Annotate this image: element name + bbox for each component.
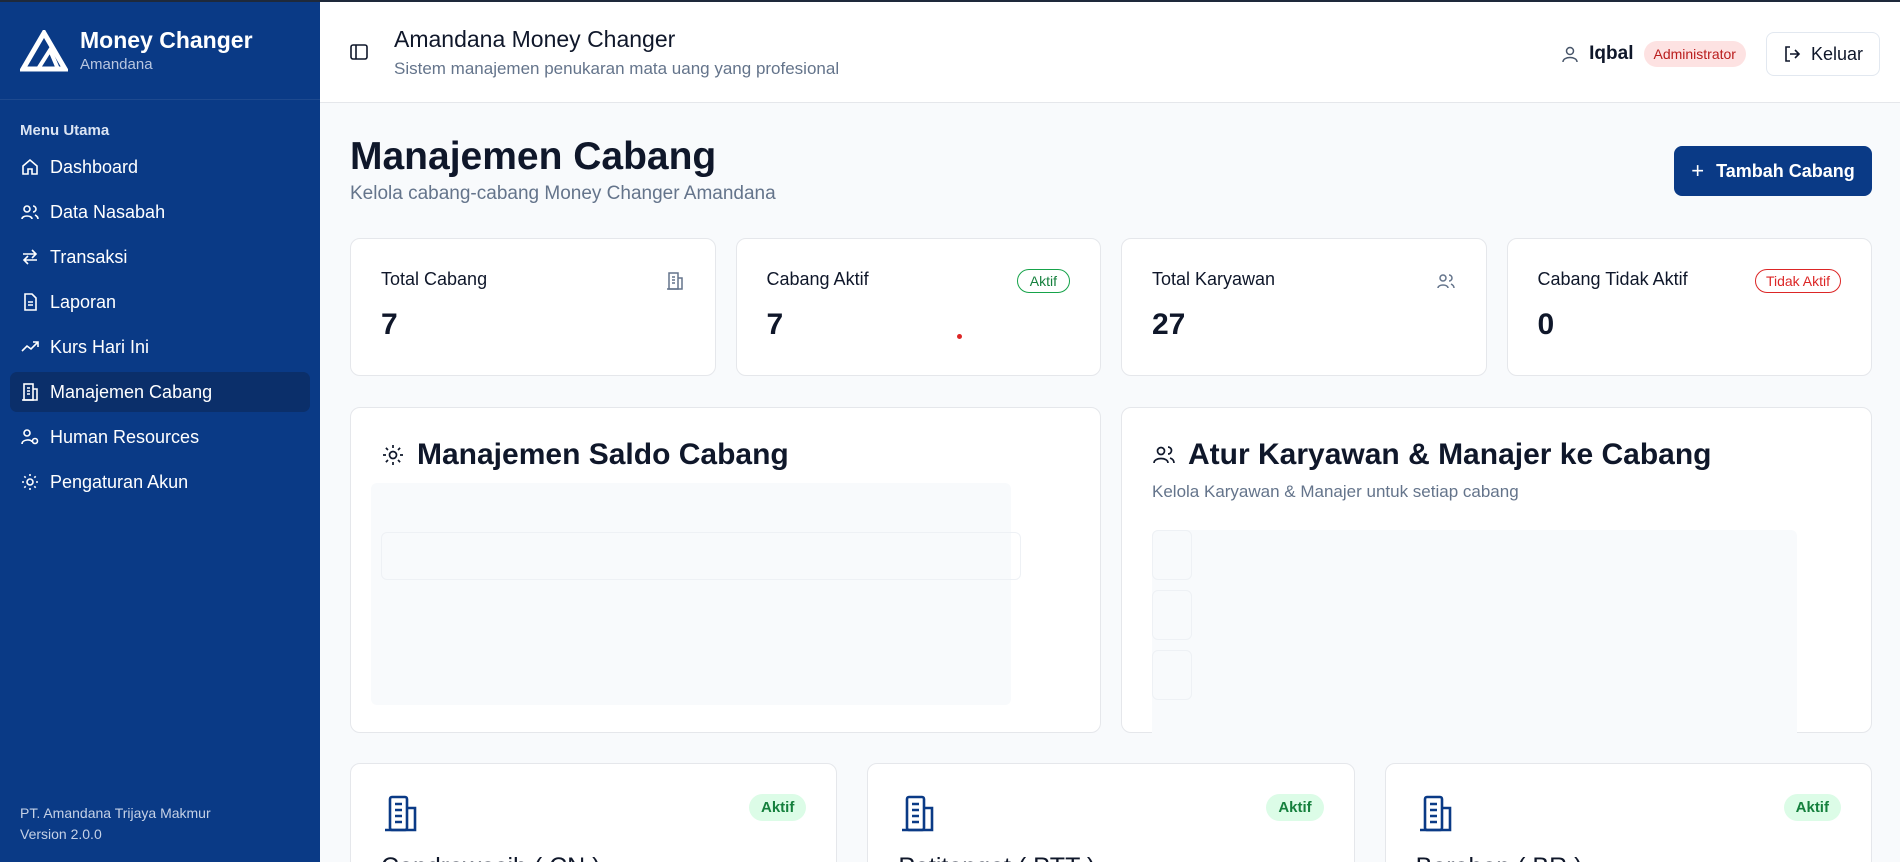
user-icon xyxy=(1562,46,1578,63)
header-subtitle: Sistem manajemen penukaran mata uang yan… xyxy=(394,58,840,78)
add-branch-label: Tambah Cabang xyxy=(1716,160,1855,181)
users-icon xyxy=(1153,446,1175,464)
plus-icon: + xyxy=(1691,158,1705,183)
sidebar-item-dashboard[interactable]: Dashboard xyxy=(10,147,310,187)
sidebar-footer: PT. Amandana Trijaya Makmur Version 2.0.… xyxy=(20,803,211,844)
sidebar-item-label: Human Resources xyxy=(50,426,200,447)
top-header: Amandana Money Changer Sistem manajemen … xyxy=(320,0,1900,103)
sidebar-item-human-resources[interactable]: Human Resources xyxy=(10,417,310,457)
logout-icon xyxy=(1785,46,1801,62)
branch-name: Beraban ( BR ) xyxy=(1416,853,1841,862)
sidebar-item-manajemen-cabang[interactable]: Manajemen Cabang xyxy=(10,372,310,412)
karyawan-content-placeholder xyxy=(1152,530,1797,740)
sidebar-item-label: Kurs Hari Ini xyxy=(50,336,150,357)
sidebar-item-laporan[interactable]: Laporan xyxy=(10,282,310,322)
saldo-panel: Manajemen Saldo Cabang xyxy=(350,407,1101,733)
sidebar-item-label: Dashboard xyxy=(50,156,139,177)
building-icon xyxy=(1419,795,1451,832)
gear-icon xyxy=(383,445,403,465)
sidebar-item-label: Manajemen Cabang xyxy=(50,381,213,402)
status-badge: Aktif xyxy=(1016,269,1070,293)
karyawan-panel-title: Atur Karyawan & Manajer ke Cabang xyxy=(1188,438,1712,471)
building-icon xyxy=(902,795,934,832)
status-badge: Aktif xyxy=(1783,794,1841,821)
arrows-icon xyxy=(20,247,40,267)
role-badge: Administrator xyxy=(1643,41,1746,67)
karyawan-panel-subtitle: Kelola Karyawan & Manajer untuk setiap c… xyxy=(1152,482,1519,501)
brand-subtitle: Amandana xyxy=(80,56,153,74)
file-icon xyxy=(20,292,40,312)
building-icon xyxy=(20,382,40,402)
footer-company: PT. Amandana Trijaya Makmur xyxy=(20,805,211,822)
brand-logo-icon xyxy=(20,29,68,71)
building-icon xyxy=(385,795,417,832)
red-dot xyxy=(956,334,962,339)
branch-name: Petitenget ( PTT ) xyxy=(898,853,1323,862)
building-icon xyxy=(666,272,683,290)
karyawan-row-placeholder[interactable] xyxy=(1152,590,1192,640)
branch-card[interactable]: Aktif Cendrawasih ( CN ) xyxy=(350,763,838,862)
gear-icon xyxy=(20,472,40,492)
user-cog-icon xyxy=(20,427,40,447)
status-badge: Aktif xyxy=(748,794,807,821)
panels-row: Manajemen Saldo Cabang Atur Karyawan & M… xyxy=(350,407,1872,740)
karyawan-row-placeholder[interactable] xyxy=(1152,650,1192,700)
sidebar-toggle-icon[interactable] xyxy=(348,41,370,63)
home-icon xyxy=(20,157,40,177)
brand[interactable]: Money Changer Amandana xyxy=(0,2,320,100)
stat-label: Total Cabang xyxy=(381,269,488,289)
user-name: Iqbal xyxy=(1589,43,1634,64)
stat-label: Total Karyawan xyxy=(1152,269,1276,289)
status-badge: Aktif xyxy=(1266,794,1324,821)
footer-version: Version 2.0.0 xyxy=(20,825,102,842)
stat-card-total-cabang: Total Cabang 7 xyxy=(350,238,716,376)
header-title: Amandana Money Changer xyxy=(394,25,676,52)
page-subtitle: Kelola cabang-cabang Money Changer Amand… xyxy=(350,183,776,204)
header-user-area: Iqbal Administrator Keluar xyxy=(1561,32,1880,76)
logout-label: Keluar xyxy=(1810,43,1863,64)
branch-card[interactable]: Aktif Petitenget ( PTT ) xyxy=(867,763,1355,862)
stat-value: 7 xyxy=(766,308,784,341)
sidebar-item-label: Transaksi xyxy=(50,246,128,267)
users-icon xyxy=(20,202,40,222)
stat-card-cabang-tidak-aktif: Cabang Tidak Aktif 0 Tidak Aktif xyxy=(1506,238,1872,376)
branch-name: Cendrawasih ( CN ) xyxy=(381,853,806,862)
stats-row: Total Cabang 7 Cabang Aktif 7 Aktif Tota… xyxy=(350,238,1872,376)
karyawan-panel: Atur Karyawan & Manajer ke Cabang Kelola… xyxy=(1121,407,1872,740)
status-badge: Tidak Aktif xyxy=(1754,269,1841,293)
page-title: Manajemen Cabang xyxy=(350,135,717,178)
branch-cards: Aktif Cendrawasih ( CN ) Aktif Petitenge… xyxy=(350,763,1872,862)
sidebar-item-label: Data Nasabah xyxy=(50,201,166,222)
sidebar-item-data-nasabah[interactable]: Data Nasabah xyxy=(10,192,310,232)
saldo-content-placeholder xyxy=(371,483,1011,705)
stat-card-total-karyawan: Total Karyawan 27 xyxy=(1121,238,1487,376)
sidebar-menu: Dashboard Data Nasabah Transaksi Laporan… xyxy=(0,147,320,502)
trending-up-icon xyxy=(20,337,40,357)
menu-section-label: Menu Utama xyxy=(20,122,110,139)
sidebar: Money Changer Amandana Menu Utama Dashbo… xyxy=(0,0,320,862)
sidebar-item-transaksi[interactable]: Transaksi xyxy=(10,237,310,277)
stat-value: 27 xyxy=(1152,308,1186,341)
branch-card[interactable]: Aktif Beraban ( BR ) xyxy=(1384,763,1872,862)
sidebar-item-kurs[interactable]: Kurs Hari Ini xyxy=(10,327,310,367)
logout-button[interactable]: Keluar xyxy=(1765,32,1880,76)
stat-value: 7 xyxy=(381,308,398,341)
saldo-select-placeholder[interactable] xyxy=(381,532,1021,580)
sidebar-item-pengaturan-akun[interactable]: Pengaturan Akun xyxy=(10,462,310,502)
brand-title: Money Changer xyxy=(80,26,253,53)
karyawan-row-placeholder[interactable] xyxy=(1152,530,1192,580)
stat-value: 0 xyxy=(1537,308,1555,341)
add-branch-button[interactable]: + Tambah Cabang xyxy=(1674,146,1872,196)
sidebar-item-label: Pengaturan Akun xyxy=(50,471,189,492)
users-icon xyxy=(1436,274,1455,289)
saldo-panel-title: Manajemen Saldo Cabang xyxy=(417,438,789,471)
sidebar-item-label: Laporan xyxy=(50,291,117,312)
stat-card-cabang-aktif: Cabang Aktif 7 Aktif xyxy=(735,238,1101,376)
